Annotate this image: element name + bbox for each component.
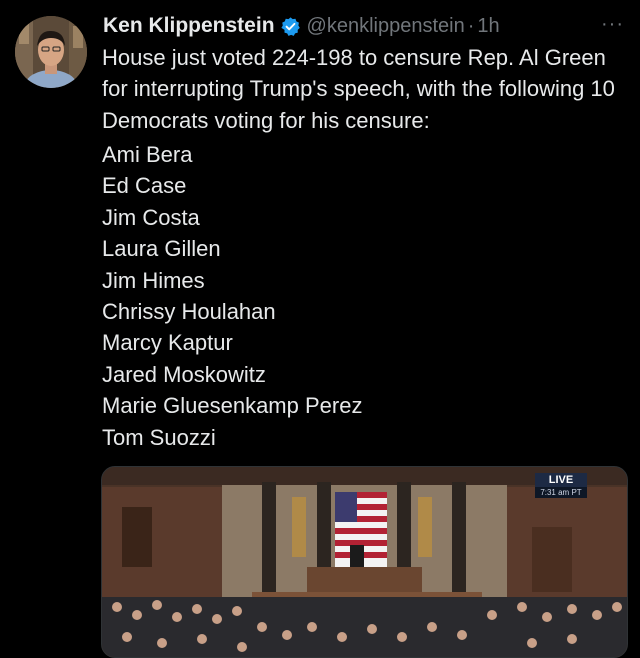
list-item: Marie Gluesenkamp Perez [102, 393, 363, 419]
live-badge: LIVE 7:31 am PT [535, 473, 587, 498]
tweet-timestamp[interactable]: 1h [477, 15, 499, 38]
tweet-media-image[interactable]: LIVE 7:31 am PT [101, 466, 628, 658]
author-avatar[interactable] [15, 16, 87, 88]
tweet-text: House just voted 224-198 to censure Rep.… [102, 45, 615, 133]
verified-badge-icon [280, 16, 301, 37]
list-item: Ami Bera [102, 142, 193, 167]
header-separator: · [467, 14, 475, 37]
live-time: 7:31 am PT [535, 487, 587, 498]
list-item: Jim Costa [102, 204, 200, 230]
avatar-image [15, 16, 87, 88]
list-item: Marcy Kaptur [102, 330, 233, 356]
list-item: Jared Moskowitz [102, 361, 266, 387]
author-name[interactable]: Ken Klippenstein [103, 14, 275, 38]
tweet-name-list: Ami Bera Ed Case Jim Costa Laura Gillen … [102, 139, 362, 453]
tweet-header: Ken Klippenstein @kenklippenstein · 1h ·… [103, 11, 624, 41]
list-item: Laura Gillen [102, 236, 221, 262]
list-item: Ed Case [102, 173, 187, 199]
list-item: Tom Suozzi [102, 424, 216, 450]
live-label: LIVE [535, 473, 587, 487]
author-handle[interactable]: @kenklippenstein [307, 15, 465, 38]
more-options-icon[interactable]: ··· [601, 13, 624, 36]
list-item: Chrissy Houlahan [102, 298, 276, 324]
list-item: Jim Himes [102, 267, 205, 293]
